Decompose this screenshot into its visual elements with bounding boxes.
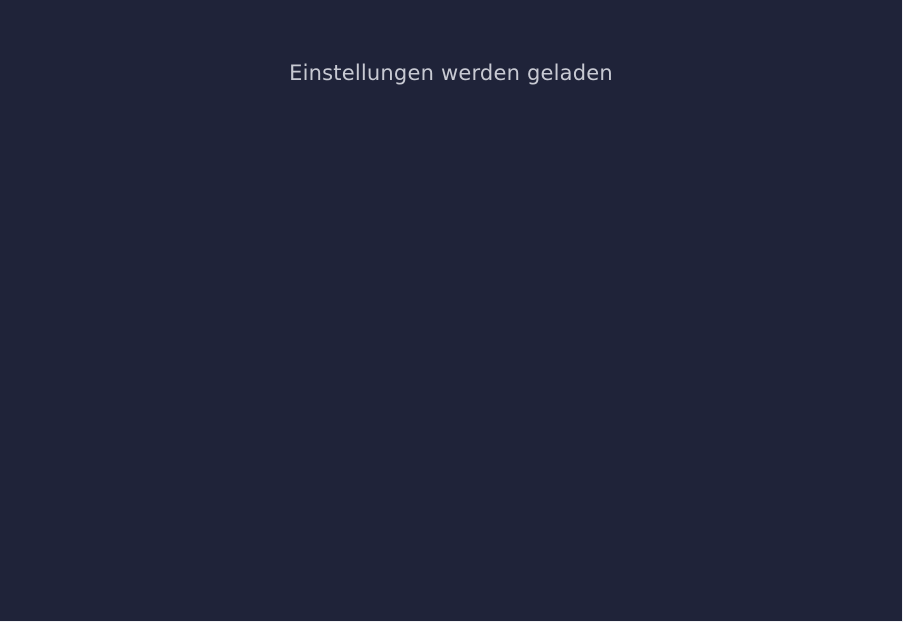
app-window: Einstellungen werden geladen: [0, 0, 903, 622]
settings-loading-screen: Einstellungen werden geladen: [0, 0, 902, 621]
loading-message: Einstellungen werden geladen: [289, 61, 613, 85]
